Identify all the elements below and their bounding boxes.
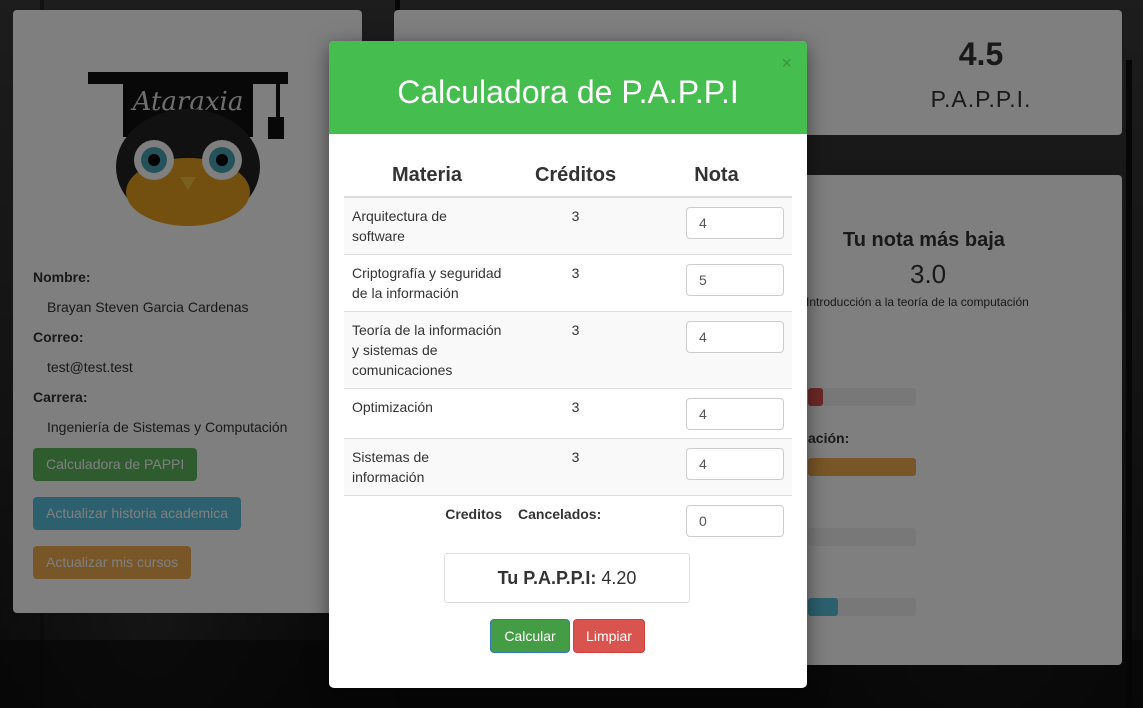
cancelled-label-1: Creditos (344, 495, 510, 545)
modal-header: Calculadora de P.A.P.P.I × (329, 41, 807, 134)
modal-title: Calculadora de P.A.P.P.I (397, 74, 739, 110)
subject-cell: Teoría de la información y sistemas de c… (344, 311, 510, 389)
table-row: Sistemas de información 3 (344, 438, 792, 496)
cancelled-credits-input[interactable] (686, 505, 784, 537)
table-row: Arquitectura de software 3 (344, 196, 792, 255)
grade-input[interactable] (686, 448, 784, 480)
credits-cell: 3 (510, 254, 641, 312)
table-row: Criptografía y seguridad de la informaci… (344, 254, 792, 312)
header-grade: Nota (641, 154, 792, 198)
pappi-calculator-modal: Calculadora de P.A.P.P.I × Materia Crédi… (329, 41, 807, 688)
table-row: Optimización 3 (344, 388, 792, 439)
credits-cell: 3 (510, 196, 641, 255)
cancelled-label-2: Cancelados: (510, 495, 641, 545)
table-row: Teoría de la información y sistemas de c… (344, 311, 792, 389)
header-credits: Créditos (510, 154, 641, 198)
subject-cell: Arquitectura de software (344, 196, 510, 255)
credits-cell: 3 (510, 438, 641, 496)
calculate-button[interactable]: Calcular (490, 619, 570, 653)
close-icon[interactable]: × (781, 53, 792, 74)
credits-cell: 3 (510, 311, 641, 389)
grade-input[interactable] (686, 321, 784, 353)
clear-button[interactable]: Limpiar (573, 619, 645, 653)
result-value: 4.20 (601, 568, 637, 588)
grade-input[interactable] (686, 264, 784, 296)
cancelled-credits-row: Creditos Cancelados: (344, 495, 792, 545)
grade-input[interactable] (686, 207, 784, 239)
subject-cell: Sistemas de información (344, 438, 510, 496)
result-label: Tu P.A.P.P.I: (497, 568, 597, 588)
subject-cell: Criptografía y seguridad de la informaci… (344, 254, 510, 312)
subject-cell: Optimización (344, 388, 510, 439)
grades-table: Materia Créditos Nota Arquitectura de so… (344, 154, 792, 545)
result-box: Tu P.A.P.P.I: 4.20 (444, 553, 690, 603)
credits-cell: 3 (510, 388, 641, 439)
header-subject: Materia (344, 154, 510, 198)
grade-input[interactable] (686, 398, 784, 430)
